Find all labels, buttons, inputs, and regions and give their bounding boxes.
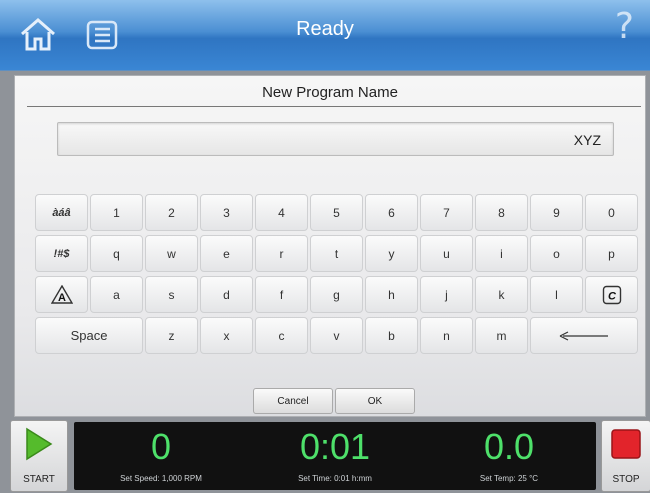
help-icon[interactable]: ? bbox=[615, 6, 634, 47]
space-key[interactable]: Space bbox=[35, 317, 143, 354]
dialog-title: New Program Name bbox=[262, 84, 398, 101]
key-0[interactable]: 0 bbox=[585, 194, 638, 231]
program-name-input[interactable]: XYZ bbox=[57, 122, 614, 156]
key-p[interactable]: p bbox=[585, 235, 638, 272]
key-2[interactable]: 2 bbox=[145, 194, 198, 231]
time-value: 0:01 bbox=[299, 426, 371, 467]
divider bbox=[27, 106, 641, 107]
stop-label: STOP bbox=[612, 474, 640, 485]
key-e[interactable]: e bbox=[200, 235, 253, 272]
control-bar: START 0 Set Speed: 1,000 RPM 0:01 Set Ti… bbox=[0, 418, 650, 493]
key-c[interactable]: c bbox=[255, 317, 308, 354]
speed-readout: 0 Set Speed: 1,000 RPM bbox=[74, 422, 248, 484]
key-8[interactable]: 8 bbox=[475, 194, 528, 231]
key-l[interactable]: l bbox=[530, 276, 583, 313]
key-v[interactable]: v bbox=[310, 317, 363, 354]
key-z[interactable]: z bbox=[145, 317, 198, 354]
key-9[interactable]: 9 bbox=[530, 194, 583, 231]
key-q[interactable]: q bbox=[90, 235, 143, 272]
key-1[interactable]: 1 bbox=[90, 194, 143, 231]
key-symbols[interactable]: !#$ bbox=[35, 235, 88, 272]
key-w[interactable]: w bbox=[145, 235, 198, 272]
stop-button[interactable]: STOP bbox=[601, 420, 650, 492]
svg-text:C: C bbox=[608, 290, 617, 302]
key-6[interactable]: 6 bbox=[365, 194, 418, 231]
key-k[interactable]: k bbox=[475, 276, 528, 313]
key-7[interactable]: 7 bbox=[420, 194, 473, 231]
key-a[interactable]: a bbox=[90, 276, 143, 313]
key-g[interactable]: g bbox=[310, 276, 363, 313]
stop-icon bbox=[611, 429, 641, 459]
key-o[interactable]: o bbox=[530, 235, 583, 272]
key-t[interactable]: t bbox=[310, 235, 363, 272]
temp-setpoint: Set Temp: 25 °C bbox=[479, 474, 539, 483]
svg-text:A: A bbox=[58, 292, 66, 304]
key-i[interactable]: i bbox=[475, 235, 528, 272]
key-m[interactable]: m bbox=[475, 317, 528, 354]
page-title: Ready bbox=[296, 18, 354, 40]
key-u[interactable]: u bbox=[420, 235, 473, 272]
time-readout: 0:01 Set Time: 0:01 h:mm bbox=[248, 422, 422, 484]
ok-button[interactable]: OK bbox=[335, 388, 415, 414]
key-x[interactable]: x bbox=[200, 317, 253, 354]
clear-key[interactable]: C bbox=[585, 276, 638, 313]
shift-icon: A bbox=[50, 284, 73, 304]
temp-value: 0.0 bbox=[483, 426, 535, 467]
key-4[interactable]: 4 bbox=[255, 194, 308, 231]
program-name-value: XYZ bbox=[573, 132, 601, 148]
shift-key[interactable]: A bbox=[35, 276, 88, 313]
cancel-button[interactable]: Cancel bbox=[253, 388, 333, 414]
start-button[interactable]: START bbox=[10, 420, 68, 492]
key-h[interactable]: h bbox=[365, 276, 418, 313]
temp-readout: 0.0 Set Temp: 25 °C bbox=[422, 422, 596, 484]
key-y[interactable]: y bbox=[365, 235, 418, 272]
keyboard-row-2: !#$ q w e r t y u i o p bbox=[35, 235, 638, 272]
backspace-key[interactable] bbox=[530, 317, 638, 354]
key-b[interactable]: b bbox=[365, 317, 418, 354]
speed-value: 0 bbox=[150, 426, 172, 467]
speed-setpoint: Set Speed: 1,000 RPM bbox=[120, 474, 202, 483]
time-setpoint: Set Time: 0:01 h:mm bbox=[298, 474, 372, 483]
key-3[interactable]: 3 bbox=[200, 194, 253, 231]
key-5[interactable]: 5 bbox=[310, 194, 363, 231]
dialog-buttons: Cancel OK bbox=[253, 388, 417, 414]
key-n[interactable]: n bbox=[420, 317, 473, 354]
key-f[interactable]: f bbox=[255, 276, 308, 313]
key-s[interactable]: s bbox=[145, 276, 198, 313]
keyboard: àáâ 1 2 3 4 5 6 7 8 9 0 !#$ q w e r t y … bbox=[35, 194, 638, 358]
backspace-icon bbox=[559, 330, 608, 341]
start-label: START bbox=[23, 474, 55, 485]
clear-icon: C bbox=[602, 285, 621, 304]
keyboard-row-3: A a s d f g h j k l C bbox=[35, 276, 638, 313]
keyboard-row-1: àáâ 1 2 3 4 5 6 7 8 9 0 bbox=[35, 194, 638, 231]
keyboard-row-4: Space z x c v b n m bbox=[35, 317, 638, 354]
key-accents[interactable]: àáâ bbox=[35, 194, 88, 231]
key-j[interactable]: j bbox=[420, 276, 473, 313]
play-icon bbox=[26, 427, 53, 461]
key-r[interactable]: r bbox=[255, 235, 308, 272]
key-d[interactable]: d bbox=[200, 276, 253, 313]
title-bar: Ready ? bbox=[0, 0, 650, 71]
status-panel: 0 Set Speed: 1,000 RPM 0:01 Set Time: 0:… bbox=[74, 422, 596, 490]
program-name-dialog: New Program Name XYZ àáâ 1 2 3 4 5 6 7 8… bbox=[14, 75, 646, 417]
